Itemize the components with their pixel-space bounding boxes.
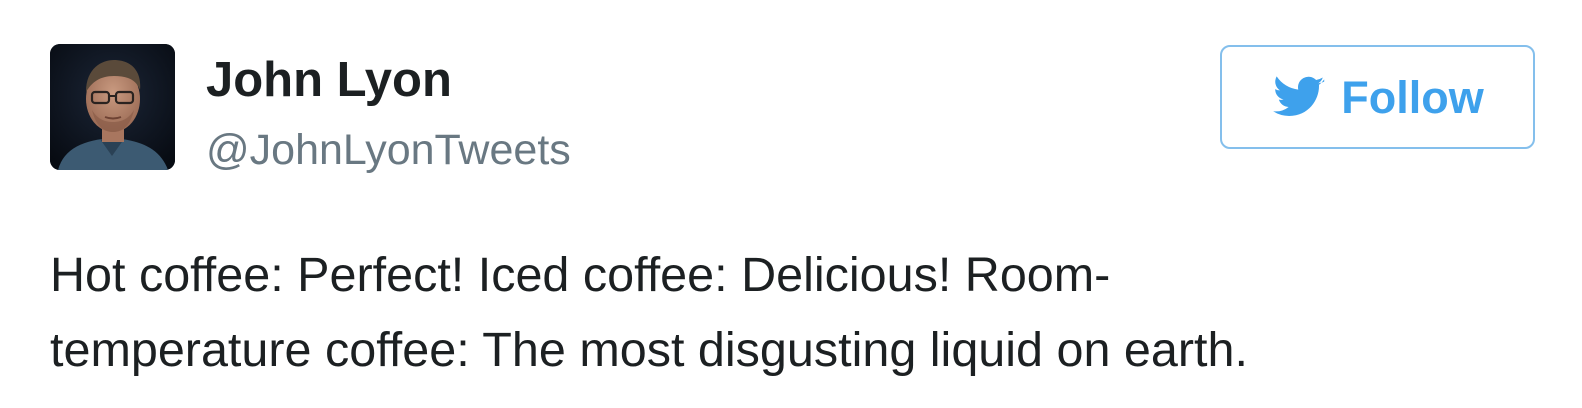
profile-photo-icon (50, 44, 175, 170)
follow-label: Follow (1341, 71, 1484, 123)
display-name[interactable]: John Lyon (206, 56, 452, 105)
avatar[interactable] (50, 44, 175, 170)
embedded-tweet: John Lyon @JohnLyonTweets Follow Hot cof… (0, 0, 1582, 408)
follow-button[interactable]: Follow (1220, 45, 1535, 149)
tweet-text: Hot coffee: Perfect! Iced coffee: Delici… (50, 238, 1470, 388)
twitter-bird-icon (1271, 75, 1325, 119)
tweet-text-line: Hot coffee: Perfect! Iced coffee: Delici… (50, 248, 1111, 302)
tweet-text-line: temperature coffee: The most disgusting … (50, 323, 1248, 377)
user-handle[interactable]: @JohnLyonTweets (206, 129, 571, 172)
